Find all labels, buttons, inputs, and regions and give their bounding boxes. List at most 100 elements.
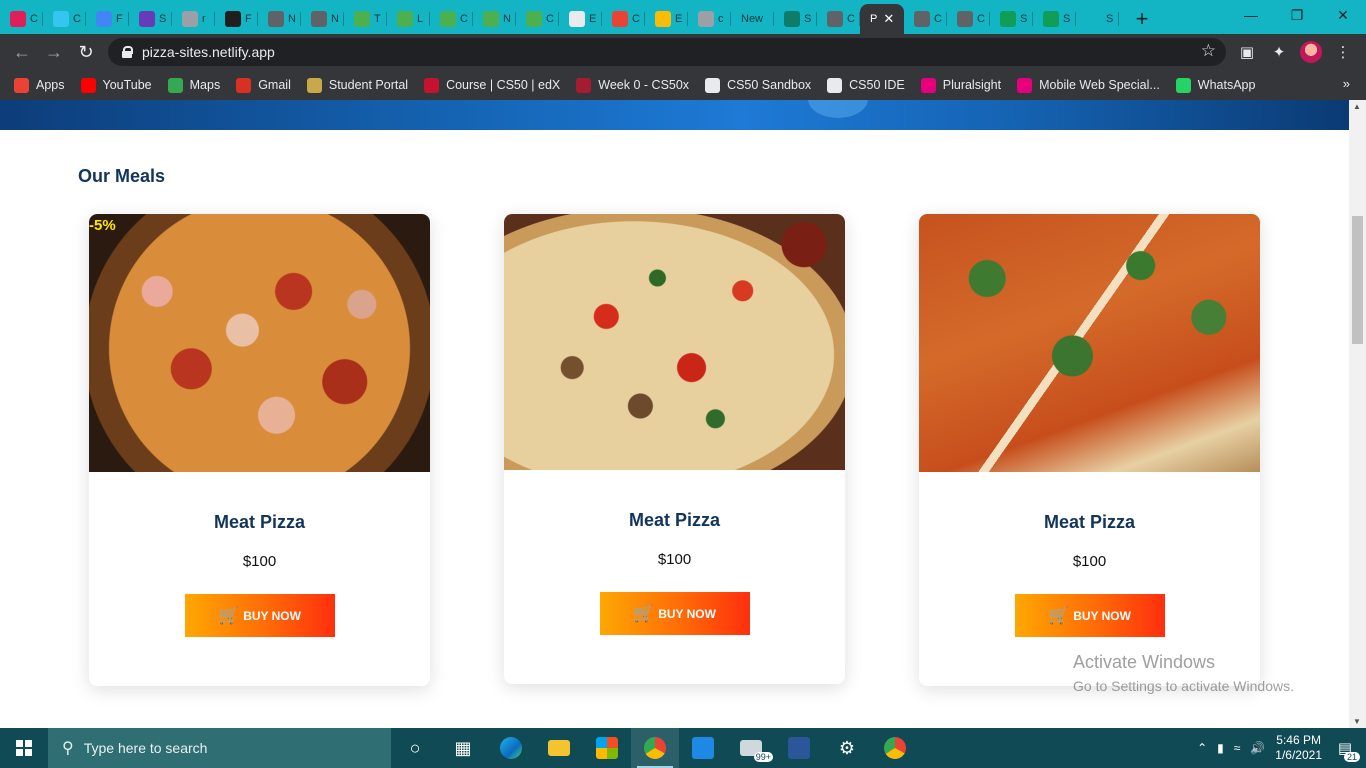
tab[interactable]: N bbox=[473, 4, 516, 34]
scroll-up-icon[interactable]: ▲ bbox=[1353, 102, 1361, 111]
volume-icon[interactable]: 🔊 bbox=[1250, 741, 1265, 755]
bookmark-label: YouTube bbox=[102, 78, 152, 92]
taskbar-search[interactable]: ⚲ Type here to search bbox=[48, 728, 391, 768]
tab-label: C bbox=[73, 13, 81, 25]
tab[interactable]: C bbox=[904, 4, 947, 34]
lock-icon[interactable] bbox=[122, 46, 133, 58]
forward-arrow-icon[interactable]: → bbox=[38, 36, 70, 68]
tab[interactable]: S bbox=[774, 4, 817, 34]
chevron-up-icon[interactable]: ⌃ bbox=[1197, 741, 1207, 755]
scrollbar-thumb[interactable] bbox=[1352, 216, 1363, 344]
restore-icon[interactable]: ❐ bbox=[1274, 0, 1320, 30]
tab[interactable]: E bbox=[559, 4, 602, 34]
window-close-icon[interactable]: ✕ bbox=[1320, 0, 1366, 30]
puzzle-icon[interactable]: ✦ bbox=[1268, 41, 1290, 63]
cortana-icon[interactable]: ○ bbox=[391, 728, 439, 768]
tab[interactable]: T bbox=[344, 4, 387, 34]
settings-gear-icon[interactable]: ⚙ bbox=[823, 728, 871, 768]
tab[interactable]: F bbox=[86, 4, 129, 34]
tab[interactable]: S bbox=[1076, 4, 1119, 34]
task-view-icon[interactable]: ▦ bbox=[439, 728, 487, 768]
word-icon[interactable] bbox=[775, 728, 823, 768]
wifi-icon[interactable]: ≈ bbox=[1234, 741, 1241, 755]
tab-active[interactable]: P ✕ bbox=[860, 4, 904, 34]
meal-image: -5% bbox=[89, 214, 430, 472]
notification-icon[interactable]: ▤ 21 bbox=[1332, 736, 1360, 762]
watermark-line2: Go to Settings to activate Windows. bbox=[1073, 678, 1294, 694]
tab-label: C bbox=[934, 13, 942, 25]
bookmark-item[interactable]: YouTube bbox=[80, 77, 152, 93]
tab[interactable]: C bbox=[817, 4, 860, 34]
edge-icon[interactable] bbox=[487, 728, 535, 768]
buy-now-button[interactable]: 🛒 BUY NOW bbox=[184, 594, 335, 637]
tab[interactable]: C bbox=[430, 4, 473, 34]
file-explorer-icon[interactable] bbox=[535, 728, 583, 768]
page-content: Our Meals -5% Meat Pizza $100 🛒 BUY NOW … bbox=[0, 100, 1349, 728]
vscode-icon[interactable] bbox=[679, 728, 727, 768]
search-icon: ⚲ bbox=[62, 740, 74, 757]
bookmark-item[interactable]: Student Portal bbox=[306, 77, 408, 93]
new-tab-button[interactable]: + bbox=[1125, 4, 1159, 34]
tab[interactable]: E bbox=[645, 4, 688, 34]
tab-strip: C C F Sr F N N T L C N C E C Ec New S C P ✕ C C S S S + — ❐ ✕ bbox=[0, 0, 1366, 34]
profile-avatar[interactable] bbox=[1300, 41, 1322, 63]
address-bar[interactable]: pizza-sites.netlify.app ☆ bbox=[108, 38, 1226, 66]
tab[interactable]: C bbox=[516, 4, 559, 34]
clock[interactable]: 5:46 PM 1/6/2021 bbox=[1275, 733, 1322, 763]
bookmark-item[interactable]: CS50 Sandbox bbox=[705, 77, 812, 93]
tab-label: C bbox=[632, 13, 640, 25]
bookmark-item[interactable]: WhatsApp bbox=[1175, 77, 1255, 93]
buy-now-button[interactable]: 🛒 BUY NOW bbox=[1014, 594, 1165, 637]
bookmark-item[interactable]: Apps bbox=[14, 77, 65, 93]
reload-icon[interactable]: ↻ bbox=[70, 36, 102, 68]
discount-badge: -5% bbox=[89, 217, 116, 234]
mail-icon[interactable]: 99+ bbox=[727, 728, 775, 768]
tab[interactable]: S bbox=[990, 4, 1033, 34]
store-icon[interactable] bbox=[583, 728, 631, 768]
favicon-icon bbox=[569, 11, 585, 27]
bookmark-item[interactable]: CS50 IDE bbox=[827, 77, 905, 93]
vertical-scrollbar[interactable]: ▲ ▼ bbox=[1349, 100, 1366, 728]
bookmark-favicon-icon bbox=[920, 77, 936, 93]
extension-icon[interactable]: ▣ bbox=[1236, 41, 1258, 63]
chrome-icon[interactable] bbox=[631, 728, 679, 768]
menu-kebab-icon[interactable]: ⋮ bbox=[1332, 41, 1354, 63]
tab[interactable]: F bbox=[215, 4, 258, 34]
tab[interactable]: c bbox=[688, 4, 731, 34]
tab[interactable]: C bbox=[602, 4, 645, 34]
bookmark-favicon-icon bbox=[1017, 77, 1033, 93]
bookmarks-overflow-icon[interactable]: » bbox=[1343, 76, 1350, 91]
bookmark-item[interactable]: Mobile Web Special... bbox=[1017, 77, 1160, 93]
battery-icon[interactable]: ▮ bbox=[1217, 741, 1224, 755]
bookmark-item[interactable]: Gmail bbox=[236, 77, 291, 93]
tab[interactable]: L bbox=[387, 4, 430, 34]
tab[interactable]: S bbox=[1033, 4, 1076, 34]
chrome-profile-icon[interactable] bbox=[871, 728, 919, 768]
tab-active-label: P bbox=[870, 13, 878, 25]
tab[interactable]: C bbox=[43, 4, 86, 34]
windows-logo-icon bbox=[16, 740, 32, 756]
tab[interactable]: C bbox=[0, 4, 43, 34]
meal-name: Meat Pizza bbox=[213, 512, 306, 532]
tab[interactable]: C bbox=[947, 4, 990, 34]
scroll-down-icon[interactable]: ▼ bbox=[1353, 717, 1361, 726]
favicon-icon bbox=[914, 11, 930, 27]
tab[interactable]: New bbox=[731, 4, 774, 34]
bookmark-item[interactable]: Week 0 - CS50x bbox=[576, 77, 689, 93]
bookmark-item[interactable]: Maps bbox=[167, 77, 220, 93]
url-text[interactable]: pizza-sites.netlify.app bbox=[142, 44, 275, 60]
tab[interactable]: S bbox=[129, 4, 172, 34]
start-button[interactable] bbox=[0, 728, 48, 768]
close-icon[interactable]: ✕ bbox=[883, 11, 894, 27]
back-arrow-icon[interactable]: ← bbox=[6, 36, 38, 68]
bookmark-favicon-icon bbox=[236, 77, 252, 93]
tab[interactable]: N bbox=[301, 4, 344, 34]
bookmark-star-icon[interactable]: ☆ bbox=[1201, 41, 1216, 61]
bookmark-item[interactable]: Course | CS50 | edX bbox=[424, 77, 560, 93]
tab[interactable]: r bbox=[172, 4, 215, 34]
buy-now-button[interactable]: 🛒 BUY NOW bbox=[599, 592, 750, 635]
bookmark-item[interactable]: Pluralsight bbox=[920, 77, 1001, 93]
bookmark-label: CS50 Sandbox bbox=[727, 78, 812, 92]
minimize-icon[interactable]: — bbox=[1228, 0, 1274, 30]
tab[interactable]: N bbox=[258, 4, 301, 34]
